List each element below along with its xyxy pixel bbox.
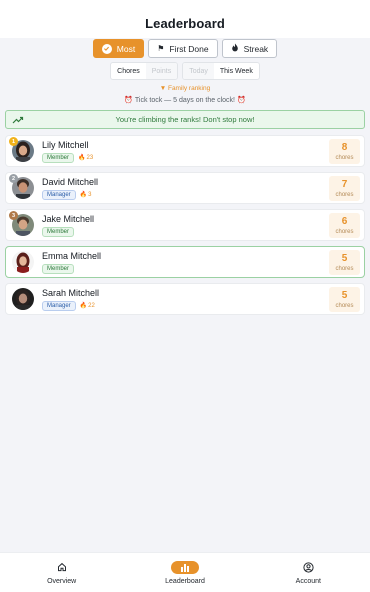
member-name: Sarah Mitchell xyxy=(42,287,100,298)
family-ranking-caption: ▼ Family ranking xyxy=(159,85,211,92)
role-badge: Member xyxy=(42,226,75,237)
streak-value: 22 xyxy=(88,302,95,309)
account-icon xyxy=(303,561,314,574)
role-badge: Member xyxy=(42,263,75,274)
flag-icon: ⚑ xyxy=(157,43,165,53)
chore-count-unit: chores xyxy=(335,302,354,309)
leaderboard-row[interactable]: Sarah Mitchell Manager 🔥 22 5 chores xyxy=(5,283,365,315)
motivation-banner: You're climbing the ranks! Don't stop no… xyxy=(5,110,365,129)
leaderboard-row[interactable]: 1 Lily Mitchell Member 🔥 23 8 chores xyxy=(5,135,365,167)
chore-count-value: 5 xyxy=(341,289,348,301)
banner-text: You're climbing the ranks! Don't stop no… xyxy=(115,115,255,124)
role-badge: Manager xyxy=(42,189,76,200)
bottom-navigation: Overview Leaderboard Account xyxy=(0,552,370,592)
countdown-text: Tick tock — 5 days on the clock! xyxy=(134,97,235,104)
metric-chores-button[interactable]: Chores xyxy=(111,63,146,79)
period-today-button[interactable]: Today xyxy=(183,63,214,79)
avatar: 2 xyxy=(9,174,34,199)
flame-icon xyxy=(231,43,239,54)
mode-most-button[interactable]: Most xyxy=(92,39,145,58)
leaderboard-list: 1 Lily Mitchell Member 🔥 23 8 chores 2 Da… xyxy=(5,135,365,315)
chore-count: 7 chores xyxy=(329,176,360,201)
role-badge: Member xyxy=(42,152,75,163)
nav-account[interactable]: Account xyxy=(247,553,370,592)
period-this-week-button[interactable]: This Week xyxy=(214,63,259,79)
member-name: Emma Mitchell xyxy=(42,250,102,261)
member-name: Jake Mitchell xyxy=(42,213,95,224)
leaderboard-row-current-user[interactable]: Emma Mitchell Member 5 chores xyxy=(5,246,365,278)
alarm-icon: ⏰ xyxy=(124,97,134,104)
mode-streak-button[interactable]: Streak xyxy=(221,39,278,58)
chore-count-value: 7 xyxy=(341,178,348,190)
chore-count-unit: chores xyxy=(335,228,354,235)
alarm-icon: ⏰ xyxy=(236,97,246,104)
flame-icon: 🔥 xyxy=(79,192,88,198)
trending-up-icon xyxy=(12,116,24,123)
mode-first-done-label: First Done xyxy=(169,43,209,54)
nav-account-label: Account xyxy=(295,577,321,585)
flame-icon: 🔥 xyxy=(79,303,88,309)
member-name: David Mitchell xyxy=(42,176,99,187)
home-icon xyxy=(57,561,67,574)
chore-count: 5 chores xyxy=(329,287,360,312)
metric-points-button[interactable]: Points xyxy=(145,63,178,79)
period-toggle: Today This Week xyxy=(182,62,260,80)
check-icon xyxy=(101,43,112,54)
chore-count-value: 6 xyxy=(341,215,348,227)
rank-badge: 1 xyxy=(9,137,18,146)
mode-streak-label: Streak xyxy=(243,43,269,54)
mode-selector: Most ⚑ First Done Streak xyxy=(0,39,370,58)
chore-count-value: 5 xyxy=(341,252,348,264)
metric-toggle: Chores Points xyxy=(110,62,179,80)
rank-badge: 3 xyxy=(9,211,18,220)
nav-leaderboard-label: Leaderboard xyxy=(165,577,205,585)
avatar: 3 xyxy=(9,211,34,236)
streak-value: 23 xyxy=(86,154,94,161)
chore-count-unit: chores xyxy=(335,154,354,161)
chore-count: 6 chores xyxy=(329,213,360,238)
streak-count: 🔥 3 xyxy=(79,191,92,199)
page-title: Leaderboard xyxy=(145,15,225,31)
mode-first-done-button[interactable]: ⚑ First Done xyxy=(148,39,218,58)
chore-count-unit: chores xyxy=(335,265,354,272)
avatar xyxy=(12,288,34,310)
chore-count-unit: chores xyxy=(335,191,354,198)
chore-count: 5 chores xyxy=(329,250,360,275)
nav-leaderboard[interactable]: Leaderboard xyxy=(123,553,246,592)
mode-most-label: Most xyxy=(116,43,136,54)
streak-count: 🔥 22 xyxy=(79,302,95,310)
nav-overview-label: Overview xyxy=(47,577,77,585)
avatar xyxy=(12,251,34,273)
member-name: Lily Mitchell xyxy=(42,139,89,150)
avatar: 1 xyxy=(9,137,34,162)
streak-count: 🔥 23 xyxy=(78,154,94,162)
rank-badge: 2 xyxy=(9,174,18,183)
streak-value: 3 xyxy=(88,191,92,198)
role-badge: Manager xyxy=(42,300,76,311)
chore-count: 8 chores xyxy=(329,139,360,164)
nav-overview[interactable]: Overview xyxy=(0,553,123,592)
flame-icon: 🔥 xyxy=(78,155,86,161)
bar-chart-icon xyxy=(170,560,199,574)
leaderboard-row[interactable]: 2 David Mitchell Manager 🔥 3 7 chores xyxy=(5,172,365,204)
chore-count-value: 8 xyxy=(341,141,348,153)
leaderboard-row[interactable]: 3 Jake Mitchell Member 6 chores xyxy=(5,209,365,241)
countdown-caption: ⏰ Tick tock — 5 days on the clock! ⏰ xyxy=(0,96,370,104)
app-header: Leaderboard xyxy=(0,0,370,38)
filter-row: Chores Points Today This Week xyxy=(0,62,370,80)
